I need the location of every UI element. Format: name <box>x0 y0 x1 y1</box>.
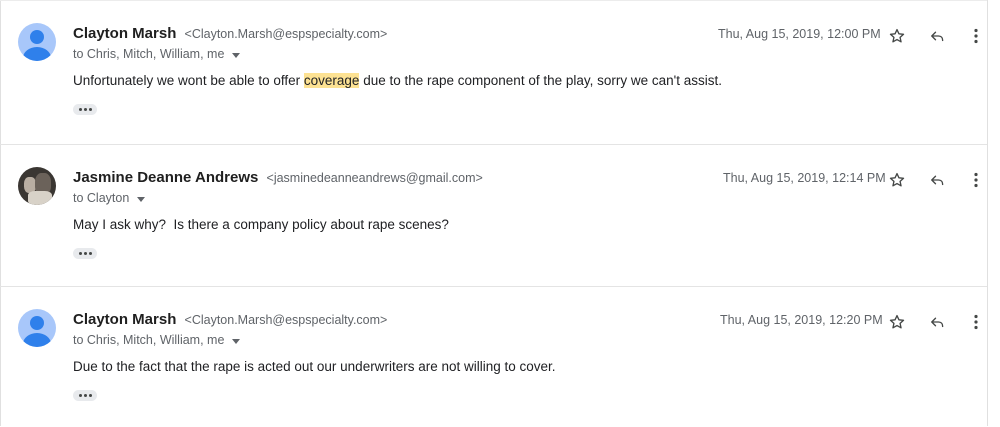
recipients-text: to Clayton <box>73 191 130 205</box>
search-highlight: coverage <box>303 73 360 88</box>
reply-icon[interactable] <box>927 26 947 46</box>
sender-avatar[interactable] <box>18 167 56 205</box>
message-body: Due to the fact that the rape is acted o… <box>73 359 556 374</box>
body-text-end: due to the rape component of the play, s… <box>359 73 722 88</box>
show-details-icon[interactable] <box>232 338 241 344</box>
show-details-icon[interactable] <box>232 52 241 58</box>
star-icon[interactable] <box>887 170 907 190</box>
avatar-head-shape <box>30 316 44 330</box>
message-date: Thu, Aug 15, 2019, 12:00 PM <box>718 27 881 41</box>
message-date: Thu, Aug 15, 2019, 12:20 PM <box>720 313 883 327</box>
sender: Clayton Marsh <Clayton.Marsh@espspecialt… <box>73 311 387 328</box>
sender: Clayton Marsh <Clayton.Marsh@espspecialt… <box>73 25 387 42</box>
email-thread: Clayton Marsh <Clayton.Marsh@espspecialt… <box>0 0 988 426</box>
sender-email: <Clayton.Marsh@espspecialty.com> <box>184 27 388 41</box>
message-2: Jasmine Deanne Andrews <jasminedeanneand… <box>0 144 988 286</box>
show-trimmed-content-icon[interactable] <box>73 104 97 115</box>
sender-name[interactable]: Clayton Marsh <box>73 311 176 328</box>
sender-email: <Clayton.Marsh@espspecialty.com> <box>184 313 388 327</box>
sender-email: <jasminedeanneandrews@gmail.com> <box>266 171 483 185</box>
message-3: Clayton Marsh <Clayton.Marsh@espspecialt… <box>0 286 988 427</box>
sender-avatar[interactable] <box>18 309 56 347</box>
message-1: Clayton Marsh <Clayton.Marsh@espspecialt… <box>0 0 988 144</box>
recipients: to Chris, Mitch, William, me <box>73 333 241 347</box>
recipients: to Chris, Mitch, William, me <box>73 47 241 61</box>
sender-name[interactable]: Jasmine Deanne Andrews <box>73 169 258 186</box>
show-trimmed-content-icon[interactable] <box>73 390 97 401</box>
sender-name[interactable]: Clayton Marsh <box>73 25 176 42</box>
show-details-icon[interactable] <box>137 196 146 202</box>
recipients-text: to Chris, Mitch, William, me <box>73 333 225 347</box>
avatar-photo-shape <box>28 191 52 205</box>
body-text-start: Unfortunately we wont be able to offer <box>73 73 304 88</box>
avatar-head-shape <box>30 30 44 44</box>
star-icon[interactable] <box>887 26 907 46</box>
sender: Jasmine Deanne Andrews <jasminedeanneand… <box>73 169 483 186</box>
reply-icon[interactable] <box>927 170 947 190</box>
reply-icon[interactable] <box>927 312 947 332</box>
message-body: May I ask why? Is there a company policy… <box>73 217 449 232</box>
star-icon[interactable] <box>887 312 907 332</box>
more-vert-icon[interactable] <box>966 312 986 332</box>
avatar-body-shape <box>23 47 51 61</box>
recipients: to Clayton <box>73 191 146 205</box>
show-trimmed-content-icon[interactable] <box>73 248 97 259</box>
message-body: Unfortunately we wont be able to offer c… <box>73 73 722 88</box>
more-vert-icon[interactable] <box>966 26 986 46</box>
sender-avatar[interactable] <box>18 23 56 61</box>
more-vert-icon[interactable] <box>966 170 986 190</box>
message-date: Thu, Aug 15, 2019, 12:14 PM <box>723 171 886 185</box>
recipients-text: to Chris, Mitch, William, me <box>73 47 225 61</box>
avatar-body-shape <box>23 333 51 347</box>
